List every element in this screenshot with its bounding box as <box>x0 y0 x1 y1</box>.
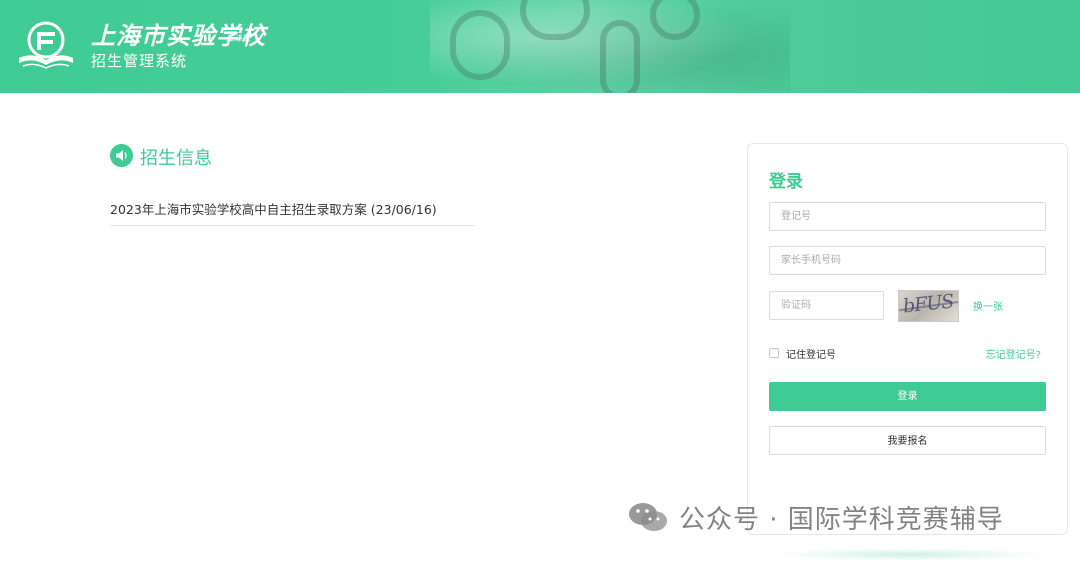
remember-checkbox[interactable] <box>769 348 779 358</box>
wechat-watermark: 公众号 · 国际学科竞赛辅导 <box>627 498 1004 536</box>
calligraphy-signature: 江泽民 <box>226 34 250 43</box>
news-section-title: 招生信息 <box>140 148 212 169</box>
news-item-link[interactable]: 2023年上海市实验学校高中自主招生录取方案 (23/06/16) <box>110 199 475 226</box>
forgot-registration-link[interactable]: 忘记登记号? <box>986 346 1041 361</box>
login-button[interactable]: 登录 <box>769 382 1046 411</box>
book-logo-icon <box>19 21 73 69</box>
parent-phone-input[interactable] <box>769 246 1046 275</box>
login-panel: 登录 bFUS 换一张 记住登记号 忘记登记号? 登录 我要报名 <box>747 143 1068 535</box>
captcha-input[interactable] <box>769 291 884 320</box>
register-button[interactable]: 我要报名 <box>769 426 1046 455</box>
registration-number-input[interactable] <box>769 202 1046 231</box>
speaker-icon <box>110 144 133 167</box>
wechat-icon <box>629 503 667 531</box>
campus-building-artwork <box>430 0 790 93</box>
captcha-image[interactable]: bFUS <box>898 290 959 322</box>
remember-label: 记住登记号 <box>786 350 836 361</box>
watermark-text: 公众号 · 国际学科竞赛辅导 <box>679 504 1004 535</box>
header-banner: 上海市实验学校 江泽民 招生管理系统 <box>0 0 1080 93</box>
login-title: 登录 <box>769 172 803 192</box>
system-name: 招生管理系统 <box>91 52 188 70</box>
refresh-captcha-link[interactable]: 换一张 <box>973 298 1003 313</box>
decorative-glow <box>770 548 1050 561</box>
